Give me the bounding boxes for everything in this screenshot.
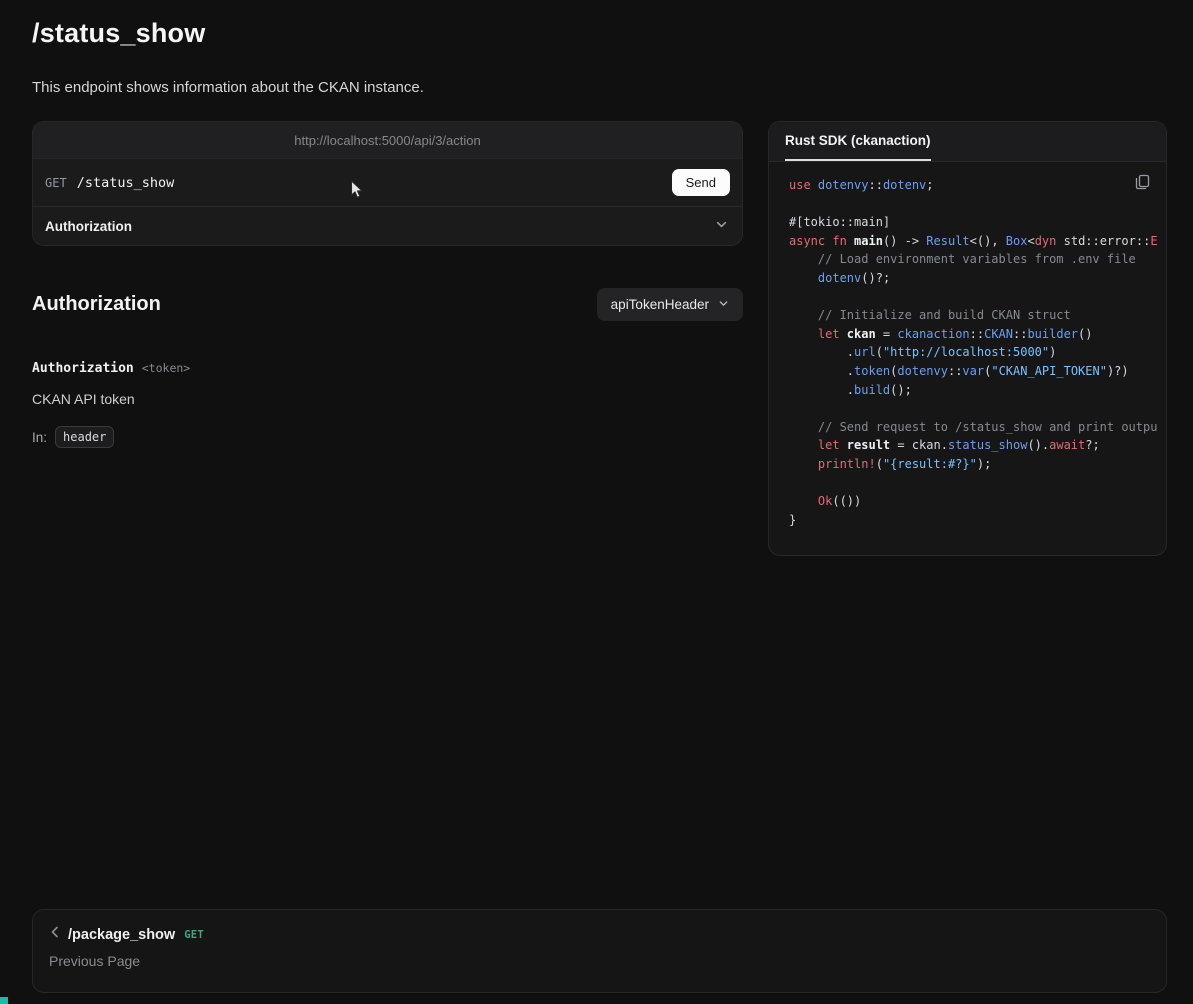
code-sample: use dotenvy::dotenv; #[tokio::main]async…	[769, 162, 1166, 555]
auth-accordion-label: Authorization	[45, 219, 132, 234]
api-docs-page: /status_show This endpoint shows informa…	[0, 18, 1193, 556]
sdk-tabs: Rust SDK (ckanaction)	[769, 122, 1166, 162]
code-block: use dotenvy::dotenv; #[tokio::main]async…	[789, 176, 1158, 529]
authorization-section-header: Authorization apiTokenHeader	[32, 288, 743, 321]
content-columns: http://localhost:5000/api/3/action GET /…	[32, 121, 1167, 556]
prev-endpoint-path: /package_show	[68, 927, 175, 943]
page-title: /status_show	[32, 18, 1167, 49]
send-button[interactable]: Send	[672, 169, 730, 196]
endpoint-path: /status_show	[77, 175, 175, 191]
prev-endpoint-method: GET	[184, 929, 204, 941]
http-method: GET	[45, 176, 67, 190]
in-label: In:	[32, 430, 47, 445]
prev-page-card[interactable]: /package_show GET Previous Page	[32, 909, 1167, 993]
right-column: Rust SDK (ckanaction) use dotenvy::doten…	[768, 121, 1167, 556]
left-column: http://localhost:5000/api/3/action GET /…	[32, 121, 743, 448]
in-value-badge: header	[55, 426, 114, 448]
auth-scheme-selected: apiTokenHeader	[611, 297, 709, 312]
sdk-panel: Rust SDK (ckanaction) use dotenvy::doten…	[768, 121, 1167, 556]
corner-artifact	[0, 997, 8, 1004]
chevron-down-icon	[715, 218, 728, 234]
request-panel: http://localhost:5000/api/3/action GET /…	[32, 121, 743, 246]
request-method-row: GET /status_show Send	[33, 159, 742, 206]
base-url: http://localhost:5000/api/3/action	[294, 133, 480, 148]
chevron-left-icon	[49, 925, 61, 944]
sdk-tab-rust[interactable]: Rust SDK (ckanaction)	[785, 122, 931, 161]
auth-param-location: In: header	[32, 426, 743, 448]
auth-accordion-toggle[interactable]: Authorization	[33, 206, 742, 245]
prev-page-link: /package_show GET	[49, 925, 1150, 944]
authorization-heading: Authorization	[32, 293, 161, 316]
base-url-bar: http://localhost:5000/api/3/action	[33, 122, 742, 159]
prev-page-label: Previous Page	[49, 953, 1150, 969]
auth-scheme-dropdown[interactable]: apiTokenHeader	[597, 288, 743, 321]
copy-code-button[interactable]	[1133, 172, 1152, 195]
clipboard-icon	[1135, 178, 1150, 193]
page-description: This endpoint shows information about th…	[32, 79, 1167, 96]
chevron-down-icon	[718, 297, 729, 312]
auth-param-name: Authorization	[32, 361, 134, 376]
auth-param-type: <token>	[142, 361, 190, 375]
auth-param-description: CKAN API token	[32, 391, 743, 407]
auth-parameter: Authorization <token>	[32, 361, 743, 376]
